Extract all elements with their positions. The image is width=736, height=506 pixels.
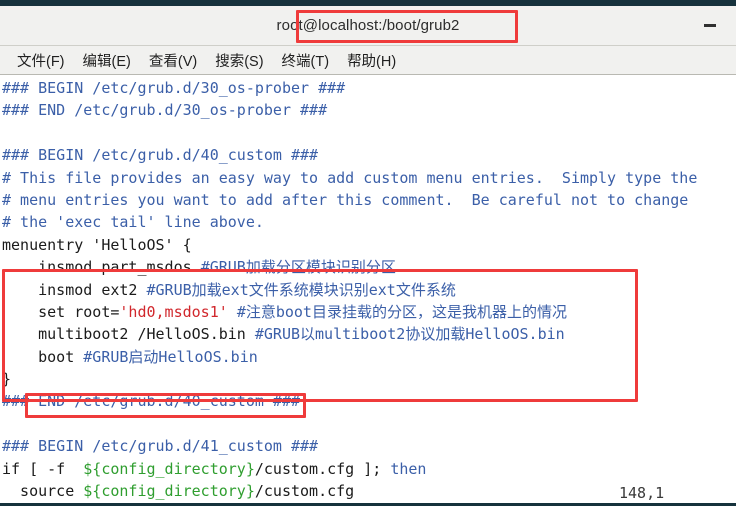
menu-item-terminal[interactable]: 终端(T) (273, 50, 339, 71)
menu-item-file[interactable]: 文件(F) (8, 50, 74, 71)
window-titlebar[interactable]: root@localhost:/boot/grub2 (0, 6, 736, 46)
text-line: menuentry 'HelloOS' { (2, 235, 192, 254)
comment-segment: #注意boot目录挂载的分区，这是我机器上的情况 (236, 302, 567, 321)
code-segment: /custom.cfg ]; (254, 459, 391, 478)
comment-segment: #GRUB加载分区模块识别分区 (200, 258, 396, 277)
code-segment: boot (2, 347, 84, 366)
text-line: insmod part_msdos #GRUB加载分区模块识别分区 (2, 256, 736, 278)
menu-item-edit[interactable]: 编辑(E) (74, 50, 140, 71)
minimize-icon (704, 24, 716, 27)
text-line (2, 413, 736, 435)
text-line: ### END /etc/grub.d/30_os-prober ### (2, 101, 328, 120)
keyword-segment: then (390, 459, 427, 478)
text-line: # the 'exec tail' line above. (2, 213, 264, 232)
code-segment: if [ -f (2, 459, 84, 478)
text-line: multiboot2 /HelloOS.bin #GRUB以multiboot2… (2, 323, 736, 345)
menu-item-search[interactable]: 搜索(S) (206, 50, 272, 71)
cursor-position-status: 148,1 (619, 483, 665, 502)
string-segment: 'hd0,msdos1' (119, 302, 228, 321)
text-line: insmod ext2 #GRUB加载ext文件系统模块识别ext文件系统 (2, 279, 736, 301)
text-line: # This file provides an easy way to add … (2, 168, 698, 187)
menu-item-help[interactable]: 帮助(H) (338, 50, 405, 71)
text-line: } (2, 370, 12, 389)
code-segment: multiboot2 /HelloOS.bin (2, 325, 255, 344)
text-line (2, 122, 736, 144)
text-line: ### BEGIN /etc/grub.d/40_custom ### (2, 146, 319, 165)
comment-segment: #GRUB以multiboot2协议加载HelloOS.bin (254, 325, 565, 344)
menu-item-view[interactable]: 查看(V) (140, 50, 206, 71)
comment-segment: #GRUB启动HelloOS.bin (83, 347, 258, 366)
code-segment: insmod part_msdos (2, 258, 201, 277)
menubar: 文件(F) 编辑(E) 查看(V) 搜索(S) 终端(T) 帮助(H) (0, 46, 736, 75)
comment-segment: #GRUB加载ext文件系统模块识别ext文件系统 (146, 280, 456, 299)
terminal-content[interactable]: ### BEGIN /etc/grub.d/30_os-prober ### #… (0, 75, 736, 506)
text-line: # menu entries you want to add after thi… (2, 190, 689, 209)
vim-status-line: "grub.cfg" 148L, 4795C 148,1 (2, 482, 736, 504)
text-line: if [ -f ${config_directory}/custom.cfg ]… (2, 458, 736, 480)
terminal-window: root@localhost:/boot/grub2 文件(F) 编辑(E) 查… (0, 0, 736, 506)
text-line: set root='hd0,msdos1' #注意boot目录挂载的分区，这是我… (2, 301, 736, 323)
window-title: root@localhost:/boot/grub2 (276, 17, 460, 34)
text-line: ### BEGIN /etc/grub.d/30_os-prober ### (2, 79, 346, 97)
text-line: ### END /etc/grub.d/40_custom ### (2, 392, 301, 411)
text-line: ### BEGIN /etc/grub.d/41_custom ### (2, 437, 319, 456)
code-segment: set root= (2, 302, 120, 321)
text-line: boot #GRUB启动HelloOS.bin (2, 346, 736, 368)
variable-segment: ${config_directory} (83, 459, 255, 478)
code-segment: insmod ext2 (2, 280, 147, 299)
minimize-button[interactable] (702, 18, 718, 34)
